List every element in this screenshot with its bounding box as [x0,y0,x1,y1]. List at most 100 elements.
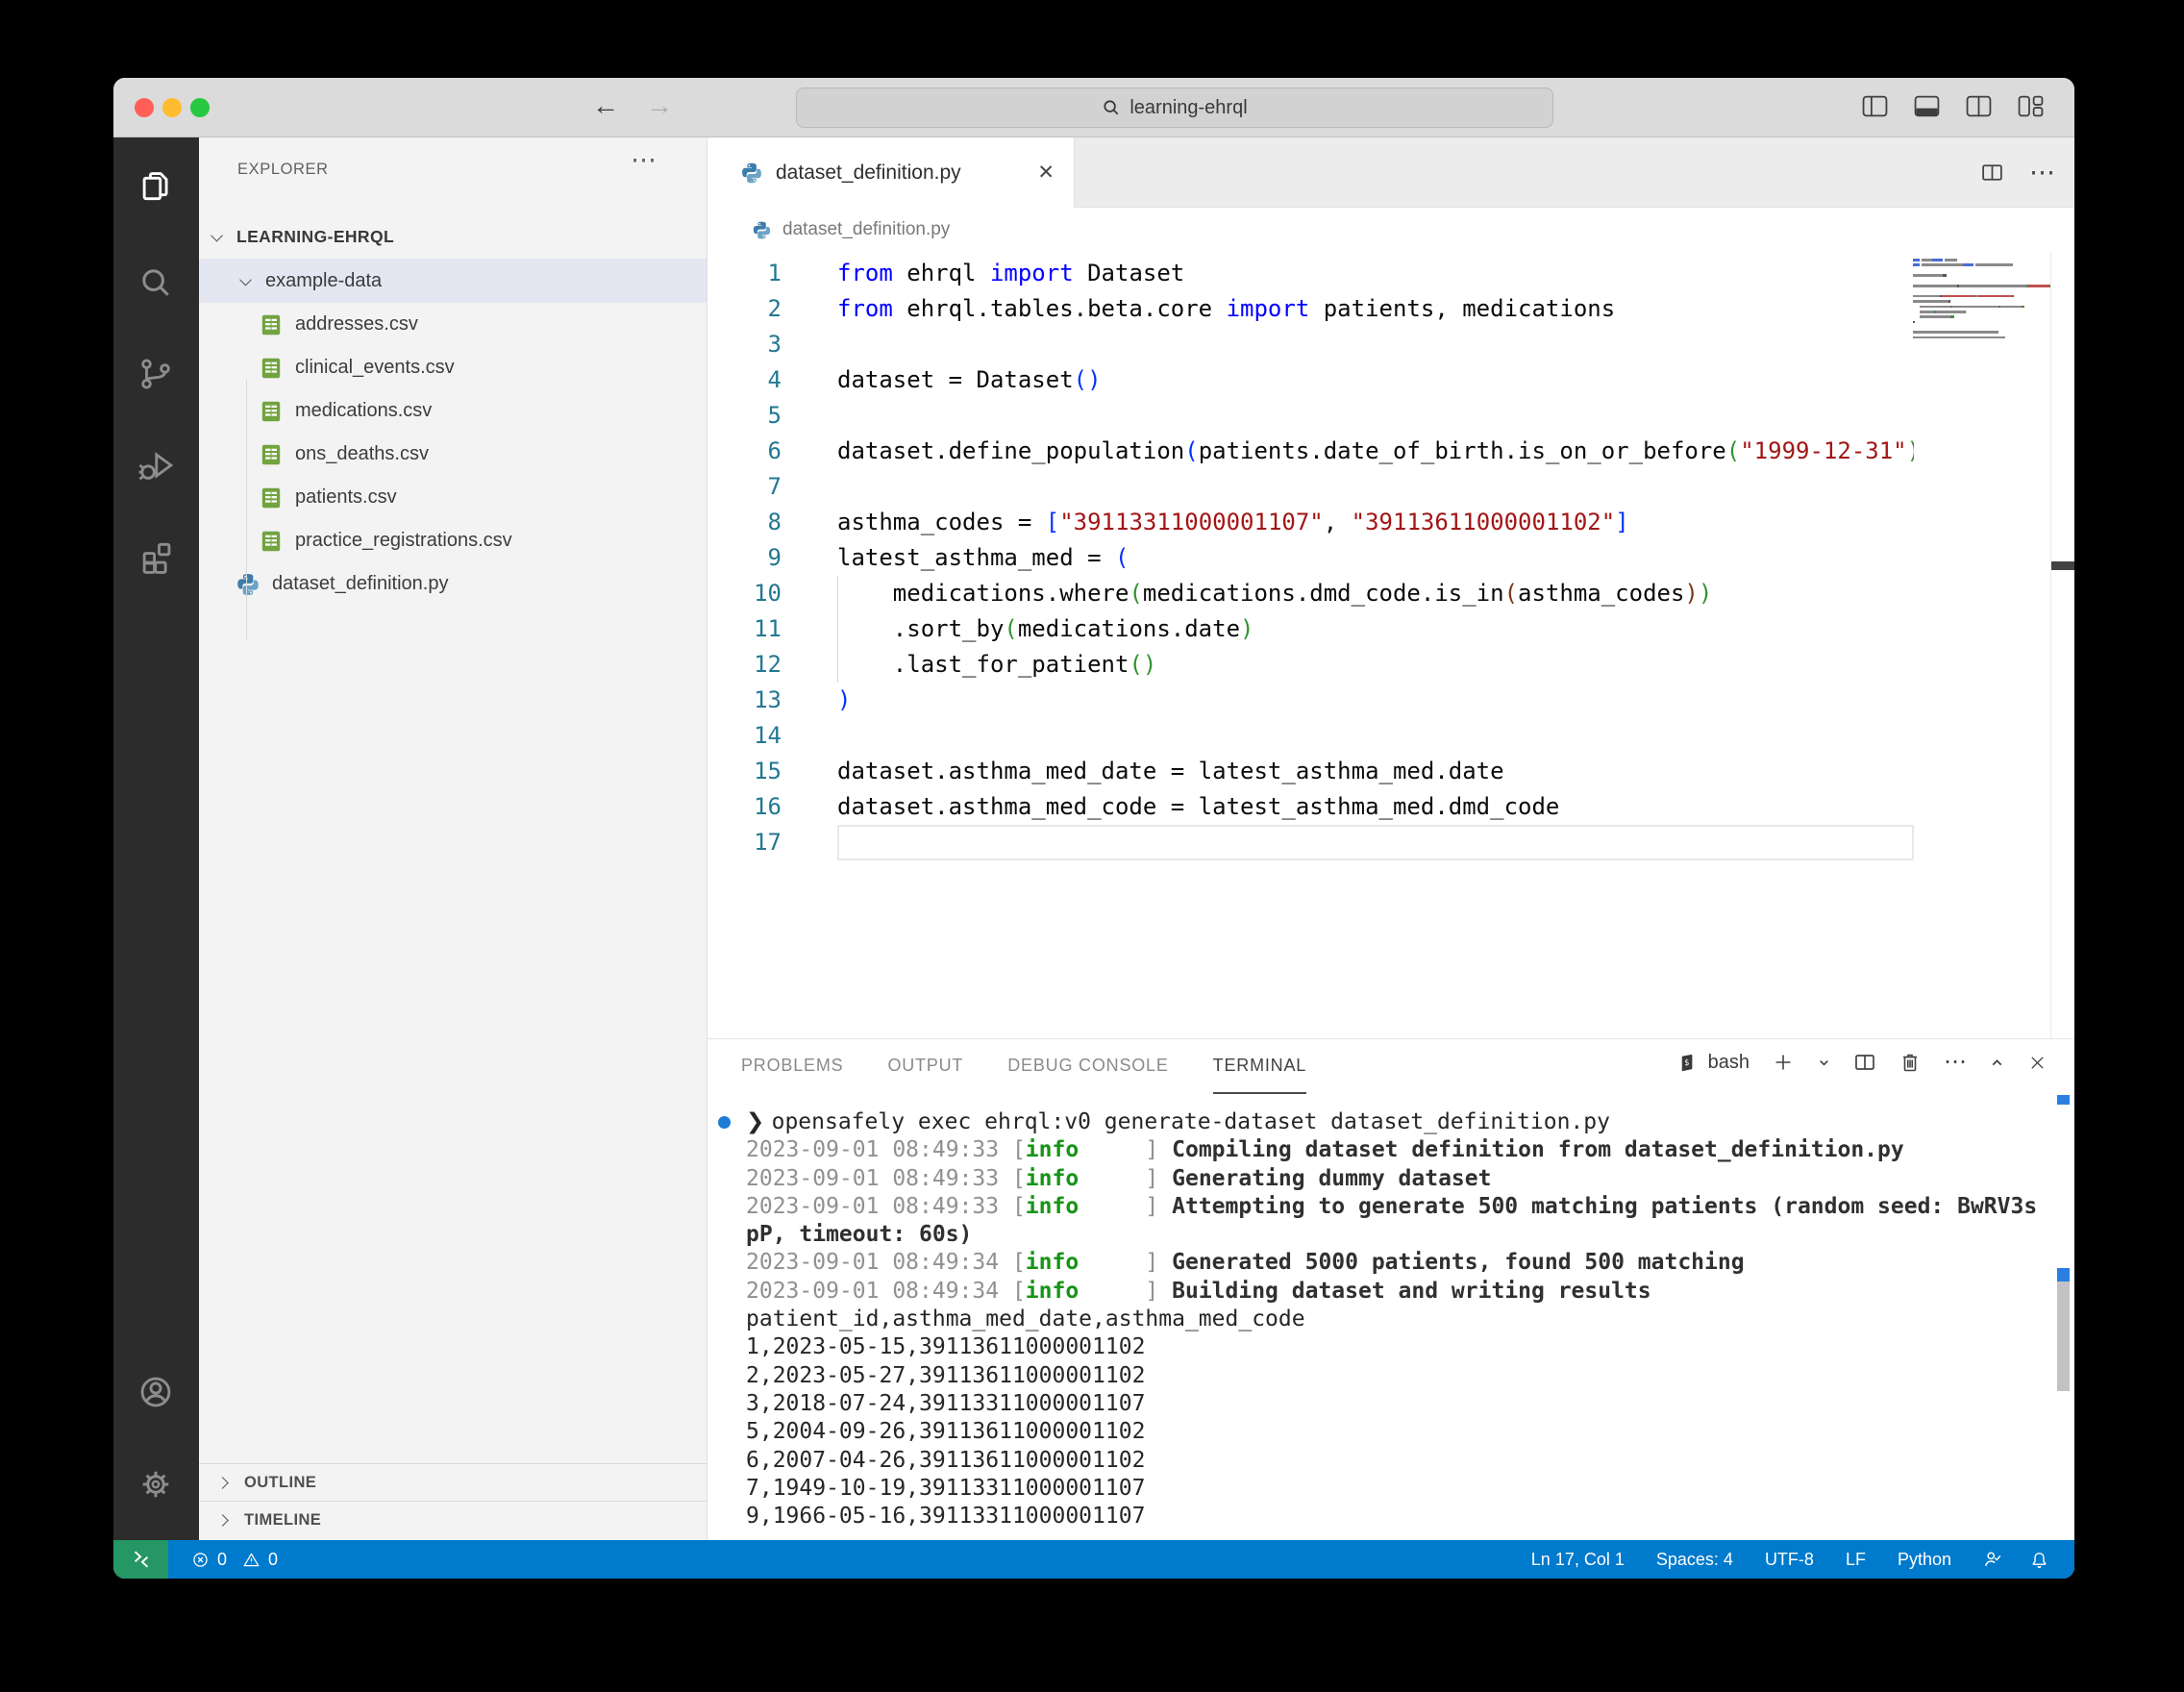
code-line[interactable] [837,469,1914,505]
notifications-bell-icon[interactable] [2029,1550,2049,1570]
layout-controls [1862,95,2044,117]
bottom-panel: PROBLEMS OUTPUT DEBUG CONSOLE TERMINAL bash… [707,1038,2074,1540]
editor-tab-bar: dataset_definition.py ✕ ⋯ [707,137,2074,208]
status-item[interactable]: Ln 17, Col 1 [1531,1550,1625,1570]
code-line[interactable]: latest_asthma_med = ( [837,540,1914,576]
panel-more-actions-icon[interactable]: ⋯ [1944,1051,1967,1074]
terminal-line: 6,2007-04-26,39113611000001102 [746,1447,2042,1475]
terminal-content[interactable]: ❯ opensafely exec ehrql:v0 generate-data… [746,1108,2042,1530]
tree-file-item[interactable]: clinical_events.csv [199,346,707,389]
status-item[interactable]: UTF-8 [1765,1550,1814,1570]
maximize-panel-icon[interactable] [1989,1055,2005,1071]
new-terminal-icon[interactable] [1772,1051,1795,1074]
tree-file-item[interactable]: ons_deaths.csv [199,433,707,476]
tree-file-item[interactable]: medications.csv [199,389,707,433]
tree-file-item[interactable]: practice_registrations.csv [199,519,707,562]
tree-file-item[interactable]: addresses.csv [199,303,707,346]
tree-root-folder[interactable]: LEARNING-EHRQL [199,214,707,259]
breadcrumb[interactable]: dataset_definition.py [707,208,2074,252]
split-terminal-icon[interactable] [1853,1051,1876,1074]
explorer-icon[interactable] [137,168,174,205]
extensions-icon[interactable] [137,538,174,575]
kill-terminal-icon[interactable] [1899,1051,1922,1074]
feedback-person-icon[interactable] [1983,1549,2004,1570]
editor-scrollbar[interactable] [2050,252,2074,1038]
line-number: 2 [707,291,782,327]
code-line[interactable] [837,398,1914,434]
outline-section[interactable]: OUTLINE [199,1463,707,1501]
scrollbar-thumb[interactable] [2051,561,2074,570]
code-line[interactable] [837,825,1914,860]
problems-status[interactable]: 0 0 [191,1550,285,1570]
settings-gear-icon[interactable] [137,1466,174,1503]
terminal-line: 7,1949-10-19,39113311000001107 [746,1475,2042,1503]
terminal-line: 2023-09-01 08:49:33 [info ] Attempting t… [746,1193,2042,1221]
command-center-search[interactable]: learning-ehrql [796,87,1553,128]
csv-file-icon [259,312,284,337]
close-panel-icon[interactable] [2027,1053,2048,1073]
search-sidebar-icon[interactable] [137,264,174,301]
csv-file-icon [259,529,284,554]
code-line[interactable]: dataset.asthma_med_code = latest_asthma_… [837,789,1914,825]
terminal-line: 9,1966-05-16,39113311000001107 [746,1503,2042,1530]
chevron-down-icon [211,229,223,241]
code-line[interactable]: from ehrql.tables.beta.core import patie… [837,291,1914,327]
remote-indicator[interactable] [113,1540,168,1579]
explorer-more-actions-icon[interactable]: ⋯ [631,147,657,173]
terminal-command-decoration-mark [2057,1095,2070,1105]
terminal-line: pP, timeout: 60s) [746,1221,2042,1249]
code-line[interactable]: ) [837,683,1914,718]
navigate-forward-icon[interactable]: → [646,90,673,121]
code-line[interactable] [837,327,1914,362]
warnings-count: 0 [268,1550,278,1570]
run-debug-icon[interactable] [137,447,174,484]
navigate-back-icon[interactable]: ← [592,90,619,121]
file-tree: LEARNING-EHRQL example-data addresses.cs… [199,214,707,606]
split-editor-icon[interactable] [1980,161,2004,185]
code-line[interactable]: .last_for_patient() [837,647,1914,683]
tree-file-dataset-definition[interactable]: dataset_definition.py [199,562,707,606]
toggle-panel-icon[interactable] [1914,95,1940,117]
status-item[interactable]: Spaces: 4 [1656,1550,1733,1570]
toggle-sidebar-icon[interactable] [1862,95,1888,117]
panel-tab-debug-console[interactable]: DEBUG CONSOLE [1007,1039,1168,1094]
tab-dataset-definition[interactable]: dataset_definition.py ✕ [707,137,1075,208]
timeline-section[interactable]: TIMELINE [199,1501,707,1538]
tree-folder-example-data[interactable]: example-data [199,259,707,303]
tree-file-item[interactable]: patients.csv [199,476,707,519]
zoom-window-button[interactable] [190,98,210,117]
source-control-icon[interactable] [137,356,174,392]
terminal-line: 1,2023-05-15,39113611000001102 [746,1333,2042,1361]
code-line[interactable]: .sort_by(medications.date) [837,611,1914,647]
title-bar: ← → learning-ehrql [113,78,2074,137]
command-decoration-icon[interactable] [718,1116,731,1129]
line-number: 6 [707,434,782,469]
code-line[interactable]: dataset.asthma_med_date = latest_asthma_… [837,754,1914,789]
code-line[interactable]: medications.where(medications.dmd_code.i… [837,576,1914,611]
customize-layout-icon[interactable] [2018,95,2044,117]
code-line[interactable]: dataset.define_population(patients.date_… [837,434,1914,469]
minimap[interactable] [1913,259,2050,347]
code-line[interactable]: asthma_codes = ["39113311000001107", "39… [837,505,1914,540]
status-item[interactable]: LF [1846,1550,1866,1570]
panel-tab-terminal[interactable]: TERMINAL [1213,1039,1306,1094]
terminal-scrollbar-thumb[interactable] [2057,1268,2070,1391]
panel-tab-output[interactable]: OUTPUT [887,1039,963,1094]
code-editor[interactable]: 1234567891011121314151617 from ehrql imp… [707,252,2074,1038]
code-line[interactable]: dataset = Dataset() [837,362,1914,398]
minimize-window-button[interactable] [162,98,182,117]
csv-file-icon [259,399,284,424]
status-item[interactable]: Python [1898,1550,1951,1570]
terminal-dropdown-chevron-icon[interactable] [1817,1056,1831,1070]
accounts-icon[interactable] [137,1374,174,1410]
close-tab-icon[interactable]: ✕ [1037,161,1055,185]
explorer-sidebar: EXPLORER ⋯ LEARNING-EHRQL example-data a… [199,137,707,1540]
split-editor-layout-icon[interactable] [1966,95,1992,117]
editor-more-actions-icon[interactable]: ⋯ [2029,160,2055,186]
code-line[interactable] [837,718,1914,754]
panel-tab-problems[interactable]: PROBLEMS [741,1039,843,1094]
close-window-button[interactable] [135,98,154,117]
terminal-shell-selector[interactable]: bash [1676,1052,1750,1074]
code-lines: from ehrql import Datasetfrom ehrql.tabl… [837,256,1914,860]
code-line[interactable]: from ehrql import Dataset [837,256,1914,291]
